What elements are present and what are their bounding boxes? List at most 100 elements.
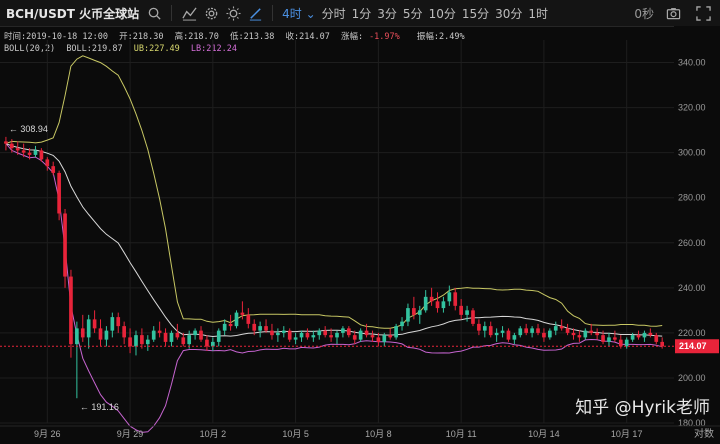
candle-body [281,330,286,333]
candle-body [548,330,552,338]
candle-body [471,310,475,324]
price-tick-label: 260.00 [678,238,706,248]
draw-icon[interactable] [244,2,266,24]
candle-body [500,330,505,333]
interval-3m[interactable]: 3分 [374,5,400,22]
candle-body [75,328,79,345]
candle-body [465,310,469,315]
date-tick-label: 10月 14 [528,429,560,439]
date-tick-label: 10月 11 [446,429,477,439]
log-scale-button[interactable]: 对数 [694,425,714,440]
candle-body [228,323,233,327]
candle-body [642,332,647,338]
candle-body [613,337,617,340]
candle-body [417,310,422,315]
candle-body [346,328,351,336]
camera-icon[interactable] [662,2,684,24]
low-price-marker: ← 191.16 [80,402,119,412]
high-price-marker: ← 308.94 [9,124,48,134]
price-tick-label: 280.00 [678,193,706,203]
candle-body [565,328,570,333]
candle-body [648,332,653,336]
candle-body [264,326,268,331]
settings-icon[interactable] [200,2,222,24]
candle-body [240,312,245,315]
candle-body [364,330,369,336]
candlestick-chart[interactable]: 340.00 320.00 300.00 280.00 260.00 240.00 220.… [0,26,720,444]
fullscreen-icon[interactable] [692,2,714,24]
candle-body [329,335,333,338]
date-tick-label: 9月 29 [117,429,144,439]
candle-body [553,326,558,331]
candle-body [435,301,440,309]
boll-middle-band [5,143,663,338]
candle-body [252,323,257,331]
interval-5m[interactable]: 5分 [400,5,426,22]
candle-body [441,301,446,309]
candle-body [388,335,393,338]
interval-15m[interactable]: 15分 [459,5,492,22]
candle-body [335,332,339,338]
candle-body [98,328,103,340]
candle-body [270,330,274,336]
price-tick-label: 340.00 [678,58,706,68]
candle-body [630,335,635,340]
candle-body [618,339,623,347]
candle-body [382,335,387,342]
candle-body [27,152,32,155]
interval-10m[interactable]: 10分 [426,5,459,22]
price-tick-label: 300.00 [678,148,706,158]
candle-body [477,323,481,331]
candle-body [595,332,599,336]
candle-body [116,317,121,327]
date-tick-label: 9月 26 [34,429,61,439]
date-tick-label: 10月 2 [200,429,227,439]
toolbar: BCH/USDT 火币全球站 4时 ⌄ 分时 1分 3分 5分 10分 15分 … [0,0,720,27]
interval-tick[interactable]: 分时 [319,5,349,22]
candle-body [128,337,132,347]
interval-30m[interactable]: 30分 [492,5,525,22]
candle-body [524,328,529,333]
date-tick-label: 10月 8 [365,429,392,439]
candle-body [151,330,156,340]
candle-body [45,159,50,167]
price-tick-label: 320.00 [678,103,706,113]
candle-body [394,326,398,338]
candle-body [583,330,588,338]
candle-body [145,339,150,345]
interval-1m[interactable]: 1分 [349,5,375,22]
candle-body [175,332,180,338]
indicator-icon[interactable] [178,2,200,24]
interval-1h[interactable]: 1时 [525,5,551,22]
candle-body [317,330,322,336]
candle-body [222,323,227,331]
candle-body [293,337,298,340]
candle-body [530,328,534,333]
price-tick-label: 240.00 [678,283,706,293]
candle-body [654,335,659,342]
price-tick-label: 220.00 [678,328,706,338]
candle-body [33,150,38,155]
candle-body [488,326,493,336]
candle-body [341,328,345,333]
candle-body [559,326,564,329]
candle-body [512,335,517,340]
candle-body [246,314,251,324]
theme-icon[interactable] [222,2,244,24]
candle-body [258,326,262,331]
interval-4h-dropdown[interactable]: 4时 ⌄ [279,5,319,22]
candle-body [494,332,499,336]
search-icon[interactable] [143,2,165,24]
candle-body [542,332,546,338]
date-tick-label: 10月 5 [282,429,309,439]
candle-body [459,305,463,315]
date-tick-label: 10月 17 [611,429,643,439]
candle-body [9,143,14,149]
candle-body [104,330,109,340]
candle-body [21,150,26,153]
symbol-selector[interactable]: BCH/USDT 火币全球站 [0,5,143,22]
candle-body [211,341,215,347]
candle-body [276,332,280,336]
candle-body [412,308,416,315]
candle-body [571,332,576,336]
